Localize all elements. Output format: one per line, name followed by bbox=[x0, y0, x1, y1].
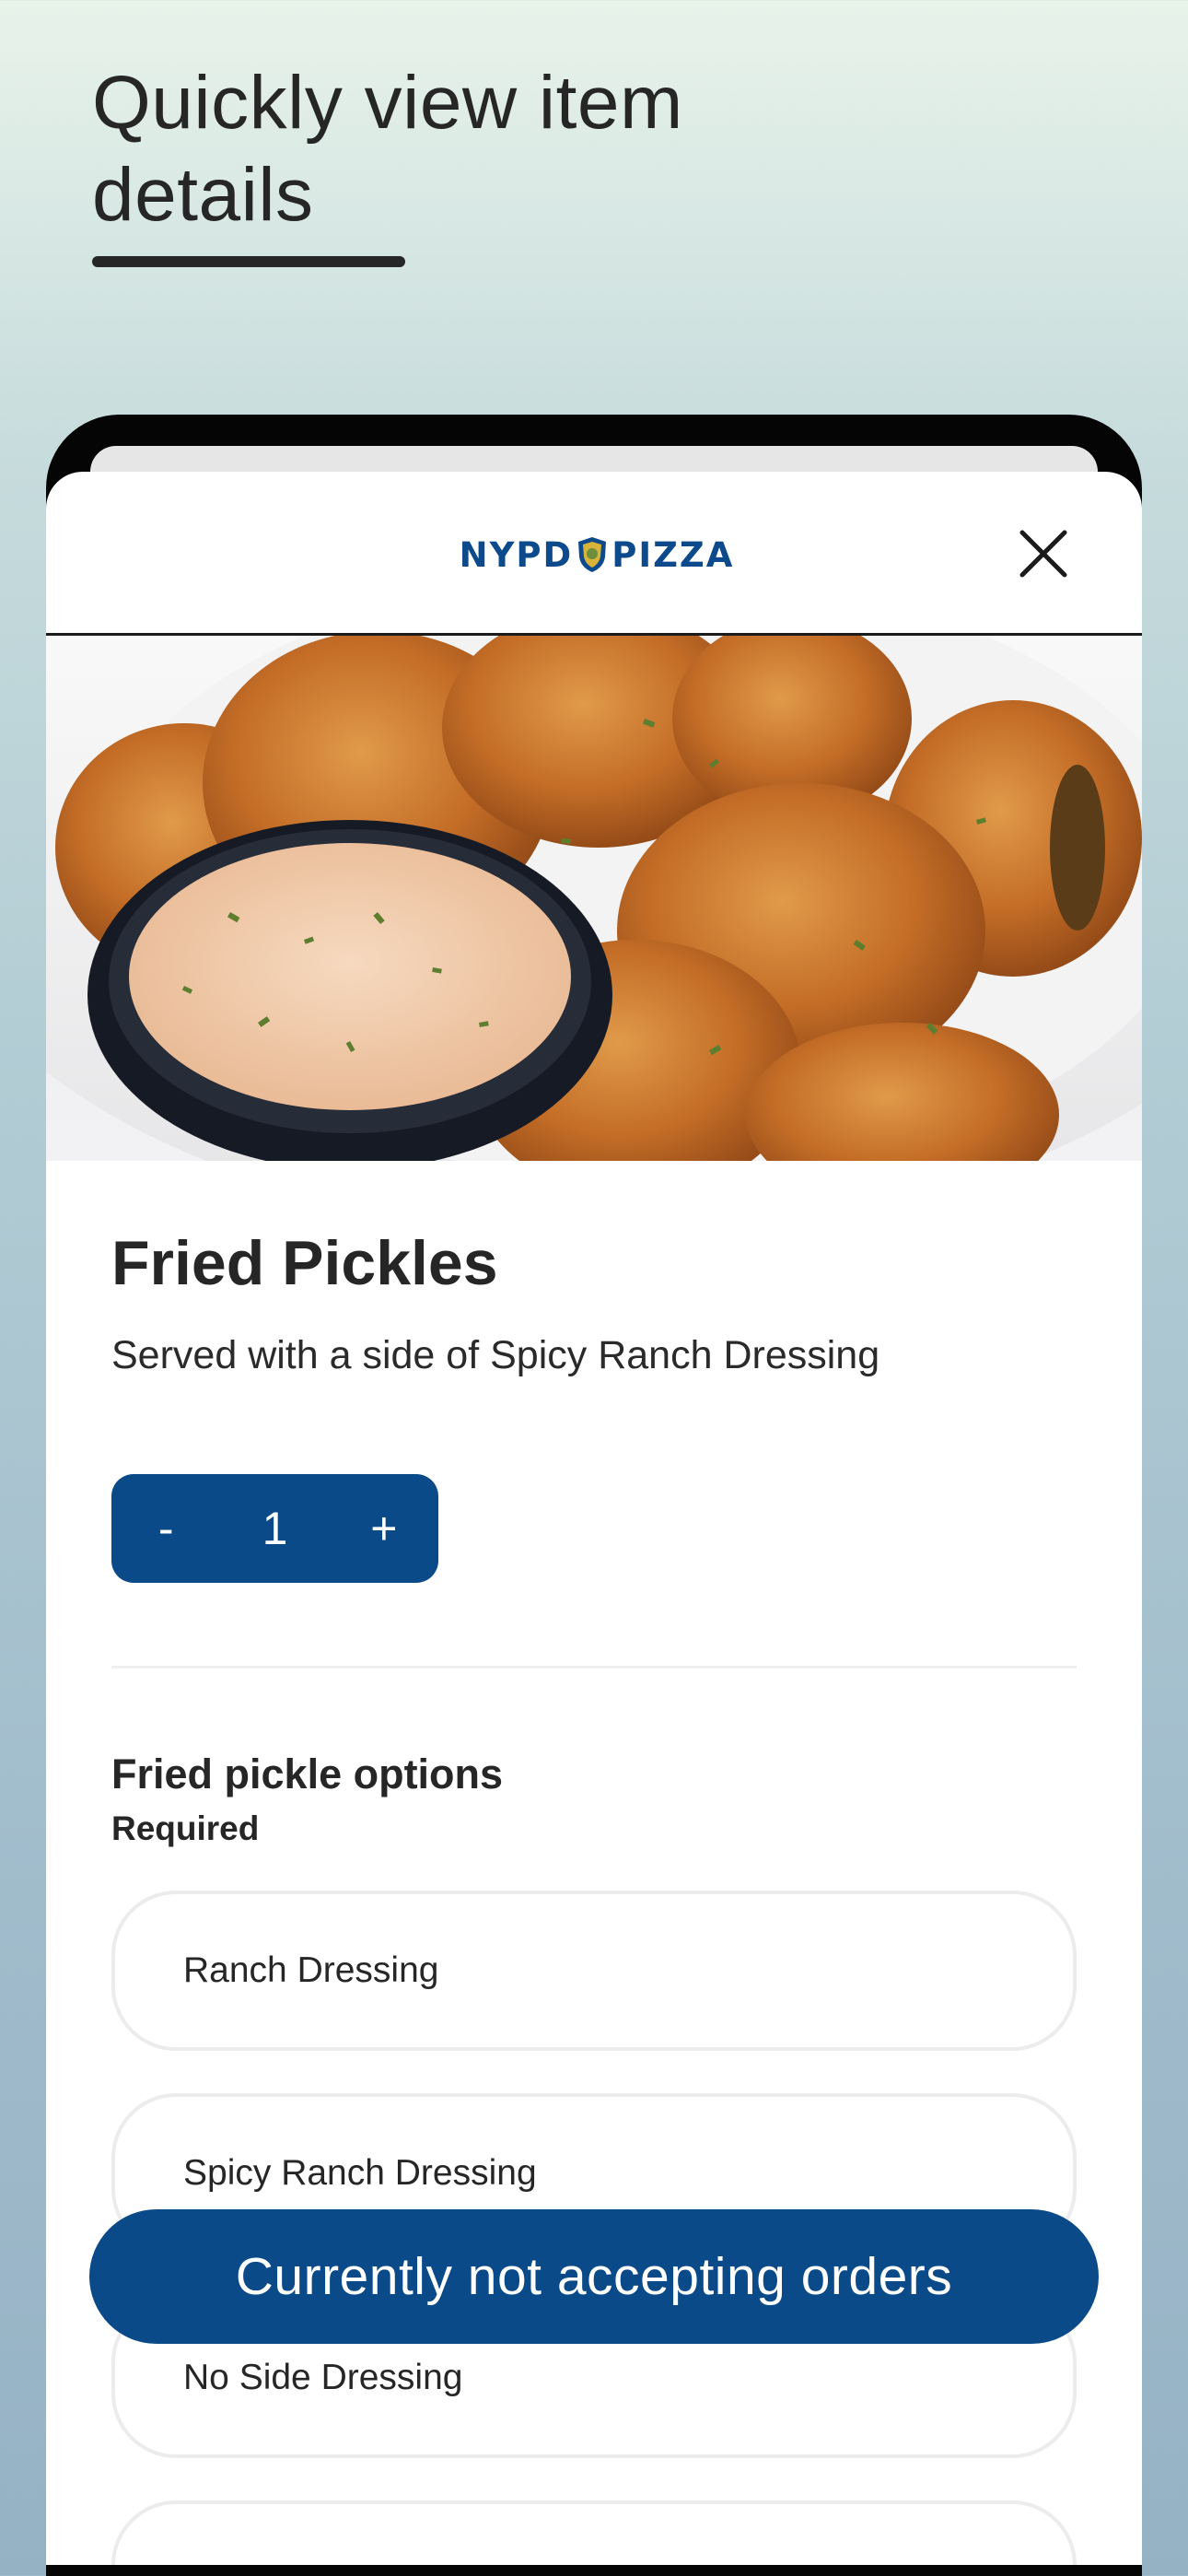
quantity-stepper: - 1 + bbox=[111, 1474, 438, 1583]
option-label: Ranch Dressing bbox=[183, 1950, 439, 1990]
decrement-button[interactable]: - bbox=[134, 1502, 198, 1555]
option-ranch-dressing[interactable]: Ranch Dressing bbox=[111, 1891, 1077, 2051]
options-group-title: Fried pickle options bbox=[111, 1751, 504, 1797]
logo-text-right: PIZZA bbox=[611, 534, 735, 575]
options-group-required: Required bbox=[111, 1809, 260, 1847]
section-divider bbox=[111, 1666, 1077, 1669]
logo-text-left: NYPD bbox=[459, 534, 574, 575]
fried-pickles-image bbox=[46, 636, 1142, 1161]
close-icon bbox=[1019, 530, 1067, 578]
quantity-value: 1 bbox=[262, 1503, 288, 1554]
police-shield-icon bbox=[578, 537, 607, 572]
option-label: Spicy Ranch Dressing bbox=[183, 2153, 537, 2193]
item-description: Served with a side of Spicy Ranch Dressi… bbox=[111, 1333, 880, 1377]
promo-headline: Quickly view item details bbox=[92, 57, 829, 241]
option-partial[interactable] bbox=[111, 2500, 1077, 2565]
option-label: No Side Dressing bbox=[183, 2358, 463, 2397]
cta-label: Currently not accepting orders bbox=[235, 2247, 953, 2306]
close-button[interactable] bbox=[1013, 523, 1074, 584]
item-photo bbox=[46, 636, 1142, 1161]
promo-headline-line1: Quickly view item bbox=[92, 61, 683, 145]
not-accepting-orders-button[interactable]: Currently not accepting orders bbox=[89, 2209, 1099, 2344]
increment-button[interactable]: + bbox=[352, 1502, 416, 1555]
brand-logo: NYPD PIZZA bbox=[459, 533, 735, 577]
sheet-header: NYPD PIZZA bbox=[46, 472, 1142, 636]
item-title: Fried Pickles bbox=[111, 1228, 498, 1298]
promo-headline-line2: details bbox=[92, 153, 314, 237]
headline-underline bbox=[92, 256, 405, 267]
